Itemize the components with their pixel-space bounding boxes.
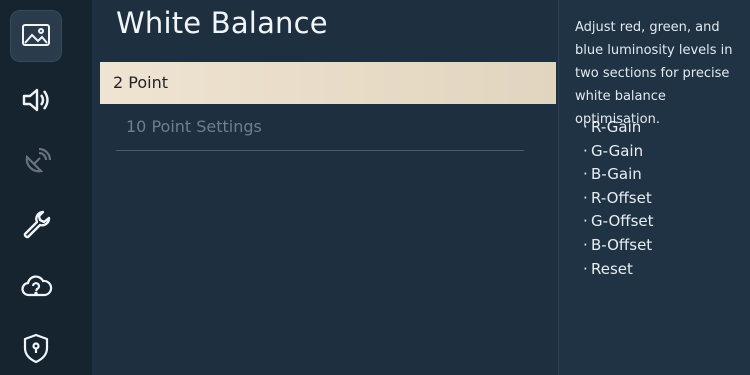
menu-item-2-point[interactable]: 2 Point bbox=[100, 62, 556, 104]
sidebar-item-sound[interactable] bbox=[10, 74, 62, 126]
bullet-r-gain: R-Gain bbox=[583, 116, 654, 140]
cloud-question-icon bbox=[21, 275, 53, 297]
picture-icon bbox=[22, 24, 50, 46]
bullet-b-gain: B-Gain bbox=[583, 163, 654, 187]
sidebar-item-picture[interactable] bbox=[10, 10, 62, 62]
help-panel: Adjust red, green, and blue luminosity l… bbox=[558, 0, 750, 375]
page-title: White Balance bbox=[116, 6, 328, 40]
shield-icon bbox=[23, 333, 49, 364]
sidebar-item-privacy[interactable] bbox=[10, 322, 62, 374]
sidebar-item-support[interactable] bbox=[10, 260, 62, 312]
satellite-dish-icon bbox=[25, 147, 52, 173]
settings-sidebar bbox=[0, 0, 92, 375]
main-panel: White Balance 2 Point 10 Point Settings bbox=[92, 0, 558, 375]
bullet-g-offset: G-Offset bbox=[583, 210, 654, 234]
menu-item-10-point-settings: 10 Point Settings bbox=[126, 117, 262, 136]
bullet-g-gain: G-Gain bbox=[583, 140, 654, 164]
bullet-b-offset: B-Offset bbox=[583, 234, 654, 258]
speaker-icon bbox=[22, 88, 49, 112]
sidebar-item-general[interactable] bbox=[10, 198, 62, 250]
wrench-icon bbox=[23, 210, 51, 239]
bullet-reset: Reset bbox=[583, 258, 654, 282]
divider bbox=[116, 150, 524, 151]
sidebar-item-broadcasting[interactable] bbox=[10, 136, 62, 188]
help-bullet-list: R-Gain G-Gain B-Gain R-Offset G-Offset B… bbox=[583, 116, 654, 281]
bullet-r-offset: R-Offset bbox=[583, 187, 654, 211]
help-description: Adjust red, green, and blue luminosity l… bbox=[575, 20, 733, 127]
